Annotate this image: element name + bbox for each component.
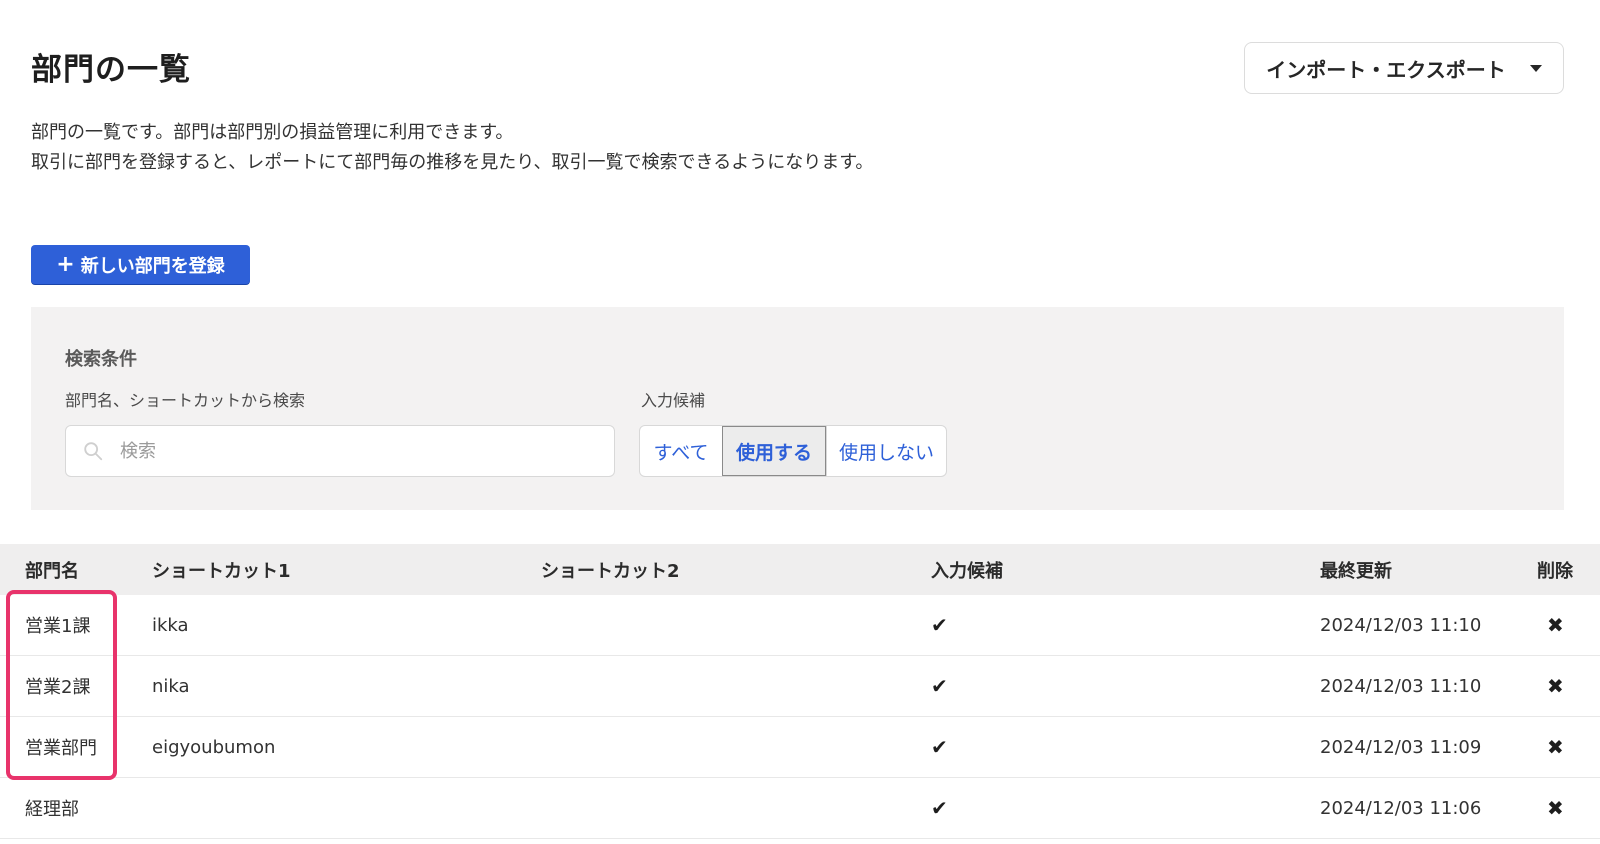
header-name[interactable]: 部門名 [25,557,79,583]
name-search-label: 部門名、ショートカットから検索 [65,391,306,410]
candidate-filter-label: 入力候補 [641,391,706,410]
updated-at: 2024/12/03 11:09 [1320,736,1482,758]
updated-at: 2024/12/03 11:10 [1320,614,1482,636]
table-row[interactable]: 営業2課 nika ✔ 2024/12/03 11:10 ✖ [0,656,1600,717]
caret-down-icon [1529,64,1542,72]
search-input[interactable] [120,440,580,462]
page-description: 部門の一覧です。部門は部門別の損益管理に利用できます。 取引に部門を登録すると、… [31,118,873,178]
check-icon: ✔ [931,674,948,698]
table-header: 部門名 ショートカット1 ショートカット2 入力候補 最終更新 削除 [0,544,1600,595]
new-department-label: 新しい部門を登録 [80,255,225,277]
page-title: 部門の一覧 [31,52,191,88]
header-candidate[interactable]: 入力候補 [931,557,1003,583]
department-list-page: 部門の一覧 インポート・エクスポート 部門の一覧です。部門は部門別の損益管理に利… [0,0,1600,844]
delete-icon[interactable]: ✖ [1547,674,1564,698]
shortcut1-value: eigyoubumon [152,736,276,758]
check-icon: ✔ [931,735,948,759]
department-name[interactable]: 営業2課 [25,673,90,699]
department-name[interactable]: 経理部 [25,795,79,821]
filter-all[interactable]: すべて [640,426,722,476]
header-shortcut1[interactable]: ショートカット1 [152,557,291,583]
import-export-dropdown[interactable]: インポート・エクスポート [1244,42,1564,94]
plus-icon: + [56,251,75,277]
search-heading: 検索条件 [65,349,137,370]
delete-icon[interactable]: ✖ [1547,796,1564,820]
header-delete: 削除 [1537,560,1573,582]
search-panel: 検索条件 部門名、ショートカットから検索 入力候補 すべて 使用する 使用しない [31,307,1564,510]
table-row[interactable]: 営業部門 eigyoubumon ✔ 2024/12/03 11:09 ✖ [0,717,1600,778]
check-icon: ✔ [931,796,948,820]
search-icon [84,442,103,461]
filter-use[interactable]: 使用する [722,426,826,476]
department-name[interactable]: 営業部門 [25,734,97,760]
description-line-2: 取引に部門を登録すると、レポートにて部門毎の推移を見たり、取引一覧で検索できるよ… [31,152,874,173]
table-row[interactable]: 経理部 ✔ 2024/12/03 11:06 ✖ [0,778,1600,839]
updated-at: 2024/12/03 11:10 [1320,675,1482,697]
description-line-1: 部門の一覧です。部門は部門別の損益管理に利用できます。 [31,122,514,143]
shortcut1-value: ikka [152,614,189,636]
updated-at: 2024/12/03 11:06 [1320,797,1482,819]
delete-icon[interactable]: ✖ [1547,735,1564,759]
department-table: 部門名 ショートカット1 ショートカット2 入力候補 最終更新 削除 営業1課 … [0,544,1600,839]
delete-icon[interactable]: ✖ [1547,613,1564,637]
shortcut1-value: nika [152,675,190,697]
filter-not-use[interactable]: 使用しない [826,426,946,476]
import-export-label: インポート・エクスポート [1266,57,1506,82]
check-icon: ✔ [931,613,948,637]
candidate-filter: すべて 使用する 使用しない [639,425,947,477]
table-row[interactable]: 営業1課 ikka ✔ 2024/12/03 11:10 ✖ [0,595,1600,656]
search-box [65,425,615,477]
header-updated[interactable]: 最終更新 [1320,557,1392,583]
department-name[interactable]: 営業1課 [25,612,90,638]
new-department-button[interactable]: + 新しい部門を登録 [31,245,250,284]
header-shortcut2[interactable]: ショートカット2 [541,557,680,583]
